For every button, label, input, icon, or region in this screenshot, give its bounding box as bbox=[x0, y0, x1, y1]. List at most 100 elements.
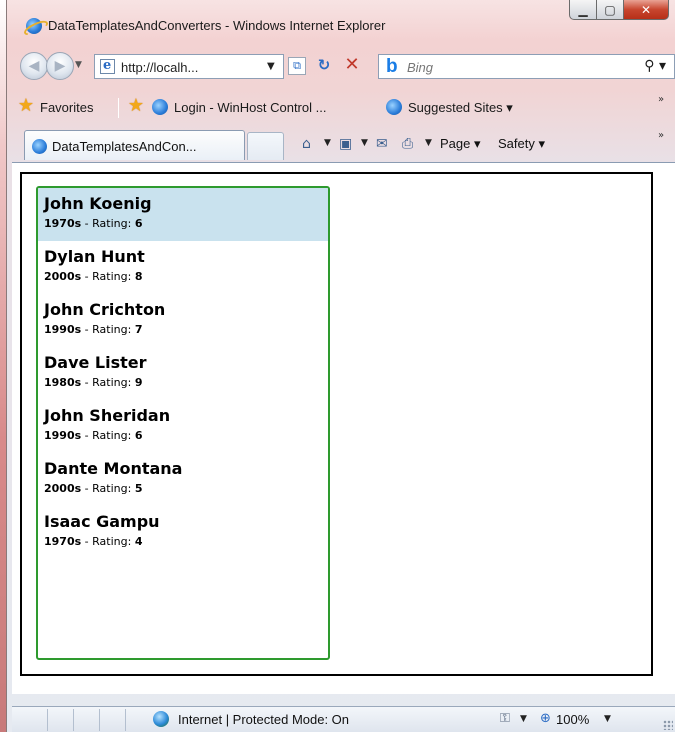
rating-label: - Rating: bbox=[81, 270, 135, 283]
rating-value: 5 bbox=[134, 482, 143, 495]
internet-explorer-icon bbox=[26, 18, 42, 34]
zoom-level[interactable]: 100% bbox=[556, 712, 589, 727]
characters-listbox[interactable]: John Koenig 1970s - Rating: 6 Dylan Hunt 20… bbox=[36, 186, 330, 660]
character-name: John Crichton bbox=[44, 300, 166, 319]
maximize-button[interactable]: ▢ bbox=[597, 0, 624, 20]
forward-button[interactable]: ▶ bbox=[46, 52, 74, 80]
suggested-sites-icon bbox=[386, 99, 402, 115]
decade-value: 2000s bbox=[44, 270, 82, 283]
list-item[interactable]: John Koenig 1970s - Rating: 6 bbox=[38, 188, 328, 241]
search-input[interactable]: Bing bbox=[407, 60, 433, 75]
character-meta: 1970s - Rating: 6 bbox=[44, 216, 328, 232]
tab-active[interactable]: DataTemplatesAndCon... bbox=[24, 130, 245, 160]
navigation-bar: ◀ ▶ ▼ http://localh... ▼ ⧉ ↻ ✕ b Bing ⚲ … bbox=[12, 50, 675, 86]
rating-label: - Rating: bbox=[81, 535, 135, 548]
rating-label: - Rating: bbox=[81, 323, 135, 336]
bing-logo-icon: b bbox=[386, 56, 398, 77]
resize-grip[interactable] bbox=[663, 720, 673, 730]
tab-page-icon bbox=[32, 139, 47, 154]
compatibility-view-icon[interactable]: ⧉ bbox=[288, 57, 306, 75]
security-zone-text[interactable]: Internet | Protected Mode: On bbox=[178, 712, 349, 727]
decade-value: 1970s bbox=[44, 217, 82, 230]
zoom-dropdown-icon[interactable]: ▼ bbox=[604, 714, 611, 724]
list-item[interactable]: Dante Montana 2000s - Rating: 5 bbox=[38, 453, 328, 506]
character-meta: 1990s - Rating: 7 bbox=[44, 322, 328, 338]
home-dropdown-icon[interactable]: ▼ bbox=[324, 138, 331, 148]
stop-icon[interactable]: ✕ bbox=[342, 54, 362, 76]
character-name: Isaac Gampu bbox=[44, 512, 160, 531]
list-item[interactable]: Isaac Gampu 1970s - Rating: 4 bbox=[38, 506, 328, 559]
page-menu-button[interactable]: Page ▾ bbox=[440, 136, 481, 152]
window-controls: ▁ ▢ ✕ bbox=[569, 0, 669, 22]
refresh-icon[interactable]: ↻ bbox=[314, 56, 334, 76]
forward-arrow-icon: ▶ bbox=[54, 58, 66, 74]
close-button[interactable]: ✕ bbox=[624, 0, 669, 20]
silverlight-app-border: John Koenig 1970s - Rating: 6 Dylan Hunt 20… bbox=[20, 172, 653, 676]
favorites-star-icon[interactable]: ★ bbox=[16, 96, 36, 116]
character-meta: 1990s - Rating: 6 bbox=[44, 428, 328, 444]
decade-value: 1980s bbox=[44, 376, 82, 389]
tab-title: DataTemplatesAndCon... bbox=[52, 139, 197, 154]
address-dropdown-icon[interactable]: ▼ bbox=[267, 61, 275, 72]
back-arrow-icon: ◀ bbox=[28, 58, 40, 74]
rating-label: - Rating: bbox=[81, 482, 135, 495]
more-commands-chevron-icon[interactable]: » bbox=[658, 130, 664, 141]
status-cell bbox=[48, 709, 74, 731]
feeds-dropdown-icon[interactable]: ▼ bbox=[361, 138, 368, 148]
decade-value: 1990s bbox=[44, 323, 82, 336]
minimize-button[interactable]: ▁ bbox=[569, 0, 597, 20]
new-tab-button[interactable] bbox=[247, 132, 284, 160]
print-dropdown-icon[interactable]: ▼ bbox=[425, 138, 432, 148]
list-item[interactable]: Dave Lister 1980s - Rating: 9 bbox=[38, 347, 328, 400]
character-name: Dylan Hunt bbox=[44, 247, 145, 266]
status-cell bbox=[100, 709, 126, 731]
favorites-button[interactable]: Favorites bbox=[40, 100, 93, 115]
status-cell bbox=[12, 709, 48, 731]
close-icon: ✕ bbox=[640, 2, 652, 17]
rating-label: - Rating: bbox=[81, 376, 135, 389]
address-input[interactable]: http://localh... bbox=[121, 60, 198, 75]
favorites-divider bbox=[118, 98, 119, 118]
page-icon bbox=[100, 58, 115, 74]
character-name: John Sheridan bbox=[44, 406, 171, 425]
status-cell bbox=[74, 709, 100, 731]
rating-value: 7 bbox=[134, 323, 143, 336]
rating-label: - Rating: bbox=[81, 217, 135, 230]
character-meta: 1970s - Rating: 4 bbox=[44, 534, 328, 550]
title-bar[interactable]: DataTemplatesAndConverters - Windows Int… bbox=[6, 0, 675, 40]
page-viewport: John Koenig 1970s - Rating: 6 Dylan Hunt 20… bbox=[12, 162, 675, 694]
window-title: DataTemplatesAndConverters - Windows Int… bbox=[48, 18, 386, 33]
search-icon[interactable]: ⚲ ▾ bbox=[644, 58, 666, 74]
search-box[interactable]: b Bing ⚲ ▾ bbox=[378, 54, 675, 79]
favorite-link-winhost[interactable]: Login - WinHost Control ... bbox=[174, 100, 326, 115]
list-item[interactable]: Dylan Hunt 2000s - Rating: 8 bbox=[38, 241, 328, 294]
rating-value: 6 bbox=[134, 429, 143, 442]
character-meta: 2000s - Rating: 8 bbox=[44, 269, 328, 285]
character-name: Dave Lister bbox=[44, 353, 147, 372]
protected-mode-dropdown-icon[interactable]: ▼ bbox=[520, 714, 527, 724]
protected-mode-icon[interactable]: ⚿ bbox=[500, 711, 510, 726]
back-button[interactable]: ◀ bbox=[20, 52, 48, 80]
recent-pages-dropdown-icon[interactable]: ▼ bbox=[75, 60, 85, 72]
zoom-icon[interactable]: ⊕ bbox=[540, 711, 551, 726]
more-favorites-chevron-icon[interactable]: » bbox=[658, 94, 664, 105]
decade-value: 2000s bbox=[44, 482, 82, 495]
print-icon[interactable]: ⎙ bbox=[402, 136, 413, 152]
rating-value: 8 bbox=[134, 270, 143, 283]
minimize-icon: ▁ bbox=[578, 2, 588, 17]
decade-value: 1990s bbox=[44, 429, 82, 442]
status-bar: Internet | Protected Mode: On ⚿ ▼ ⊕ 100%… bbox=[12, 706, 675, 732]
address-bar[interactable]: http://localh... ▼ bbox=[94, 54, 284, 79]
safety-menu-button[interactable]: Safety ▾ bbox=[498, 136, 545, 152]
rating-value: 6 bbox=[134, 217, 143, 230]
feeds-icon[interactable]: ▣ bbox=[339, 136, 352, 152]
favorites-bar: ★ Favorites ★ Login - WinHost Control ..… bbox=[12, 92, 675, 124]
add-to-favorites-bar-icon[interactable]: ★ bbox=[126, 96, 146, 116]
rating-label: - Rating: bbox=[81, 429, 135, 442]
read-mail-icon[interactable]: ✉ bbox=[376, 136, 388, 152]
list-item[interactable]: John Sheridan 1990s - Rating: 6 bbox=[38, 400, 328, 453]
list-item[interactable]: John Crichton 1990s - Rating: 7 bbox=[38, 294, 328, 347]
suggested-sites-button[interactable]: Suggested Sites ▾ bbox=[408, 100, 513, 116]
rating-value: 4 bbox=[134, 535, 143, 548]
home-icon[interactable]: ⌂ bbox=[302, 136, 311, 152]
